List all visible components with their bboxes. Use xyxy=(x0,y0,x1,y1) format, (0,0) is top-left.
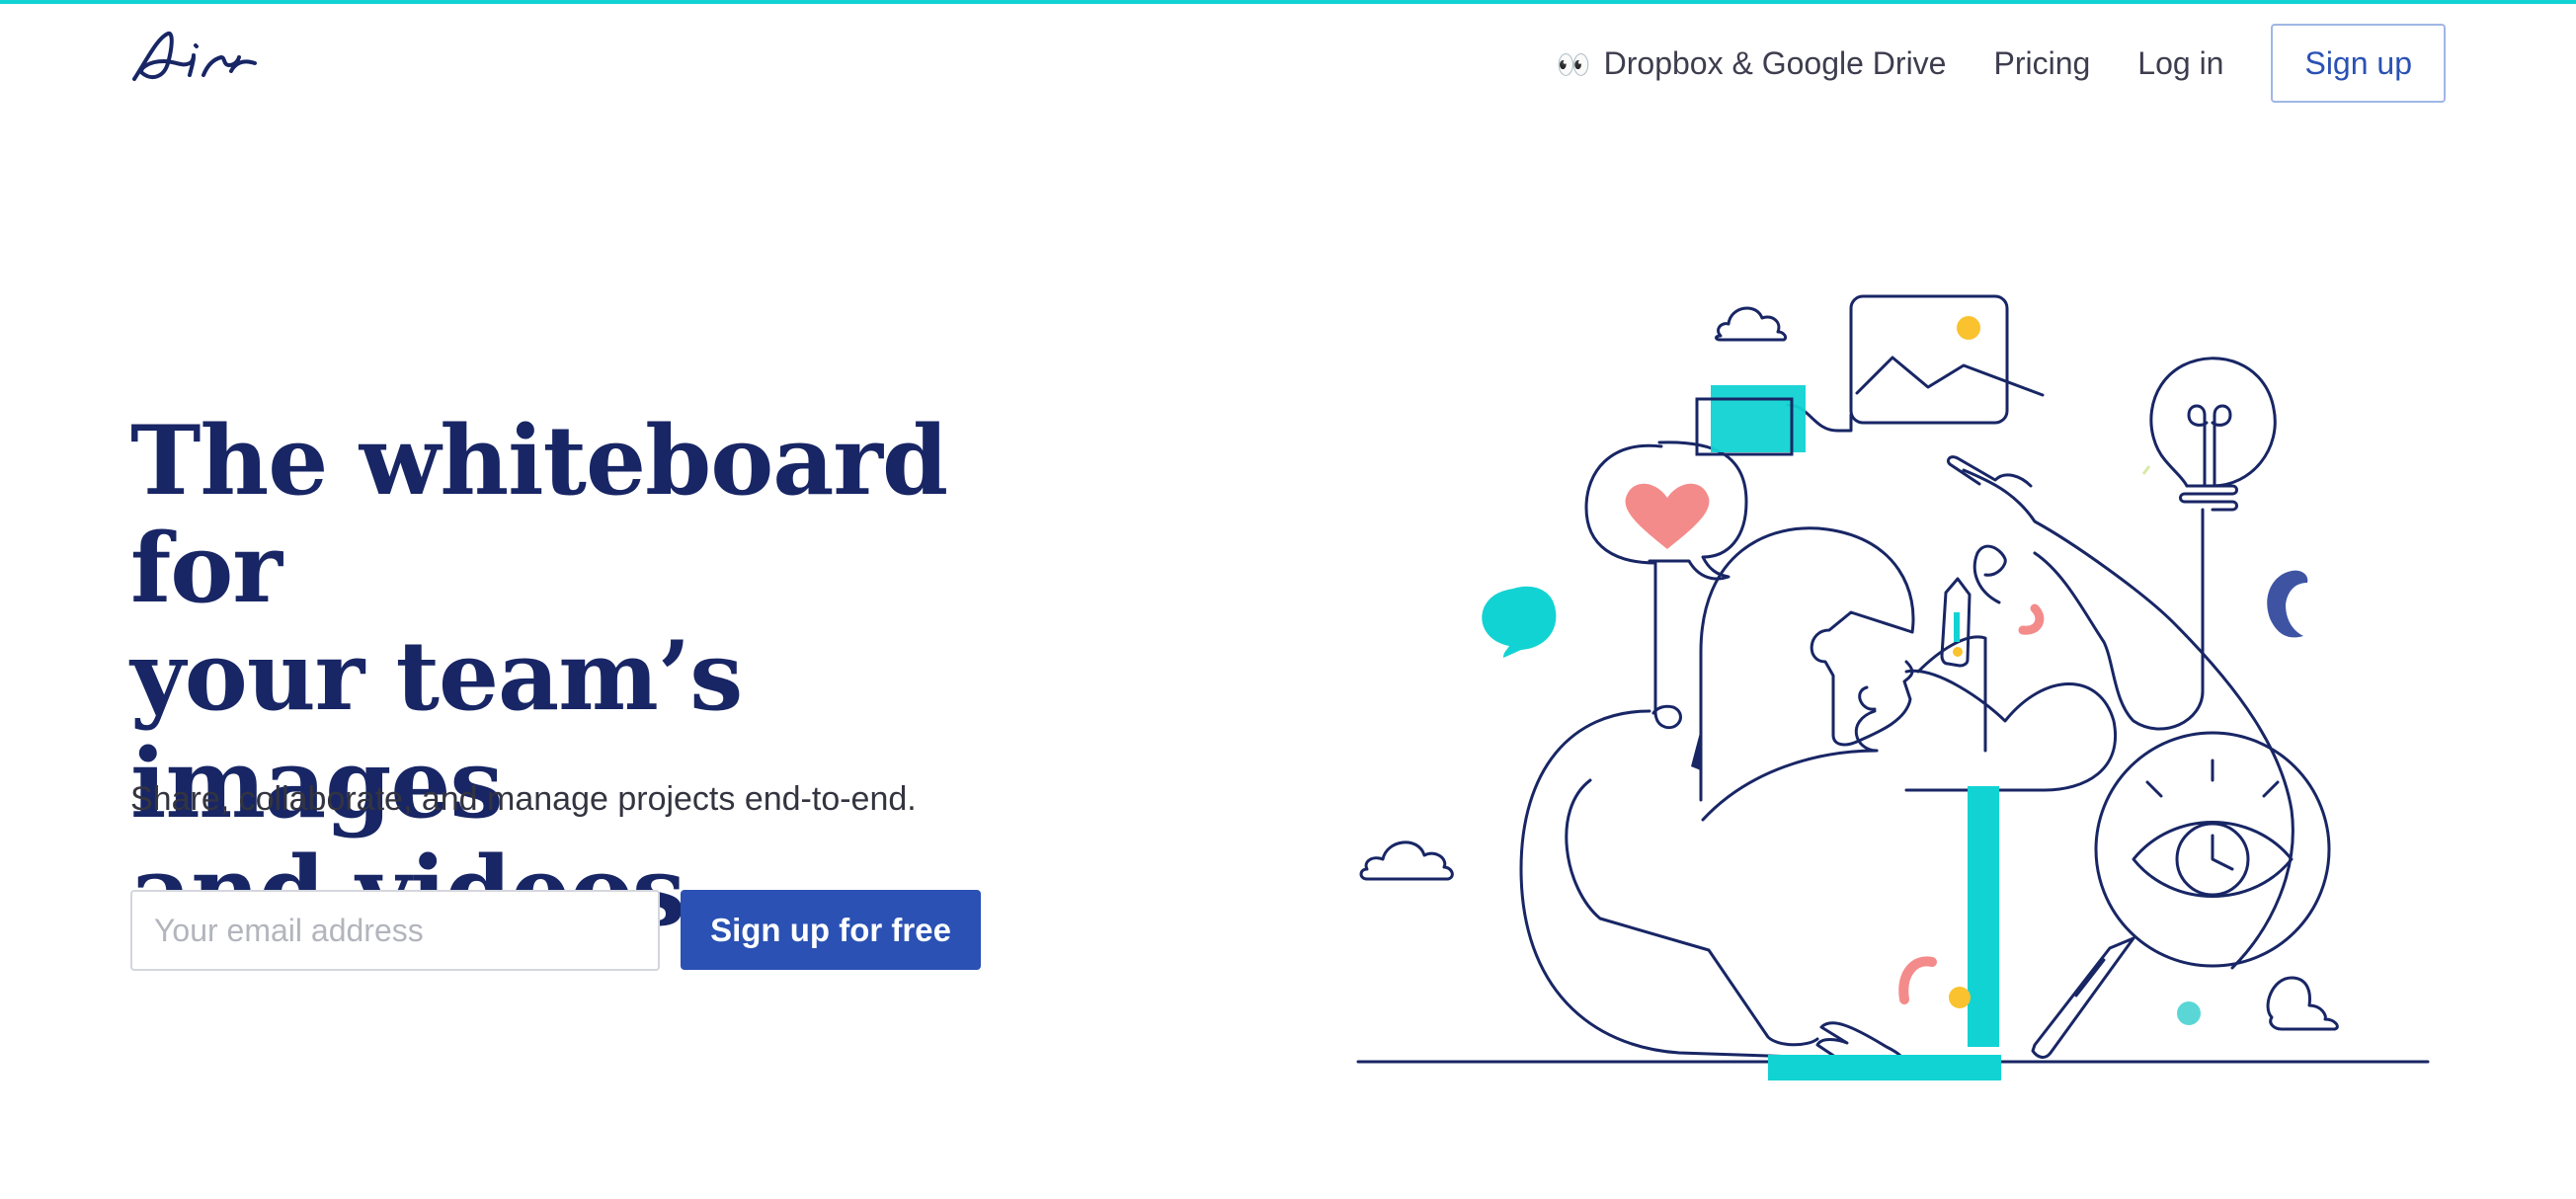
nav-integrations-label: Dropbox & Google Drive xyxy=(1603,44,1947,81)
image-frame-icon xyxy=(1849,294,2009,425)
chat-bubble-icon xyxy=(1482,586,1557,658)
hero-title: The whiteboard for your team’s images an… xyxy=(130,407,1098,945)
nav-pricing-link[interactable]: Pricing xyxy=(1993,45,2090,82)
cloud-icon xyxy=(1715,306,1788,342)
air-logo[interactable] xyxy=(128,28,261,89)
top-nav: 👀 Dropbox & Google Drive Pricing Log in … xyxy=(1557,24,2446,103)
hero-illustration xyxy=(1356,294,2430,1080)
nav-integrations-link[interactable]: 👀 Dropbox & Google Drive xyxy=(1557,45,1947,82)
eyes-icon: 👀 xyxy=(1556,48,1591,80)
top-accent-bar xyxy=(0,0,2576,4)
nav-signup-button[interactable]: Sign up xyxy=(2271,24,2446,103)
hero-title-line: The whiteboard for xyxy=(130,405,948,624)
accent-crescent xyxy=(2267,570,2308,638)
hero-subtitle: Share, collaborate, and manage projects … xyxy=(130,780,917,818)
accent-dot xyxy=(1957,316,1980,340)
laptop-screen xyxy=(1968,786,1999,1047)
signup-free-button[interactable]: Sign up for free xyxy=(681,890,981,970)
nav-login-link[interactable]: Log in xyxy=(2137,45,2223,82)
cloud-icon xyxy=(2266,976,2339,1031)
laptop-base xyxy=(1768,1055,2001,1080)
cloud-icon xyxy=(1359,840,1454,881)
heart-icon xyxy=(1625,483,1710,549)
email-input[interactable] xyxy=(130,890,660,971)
